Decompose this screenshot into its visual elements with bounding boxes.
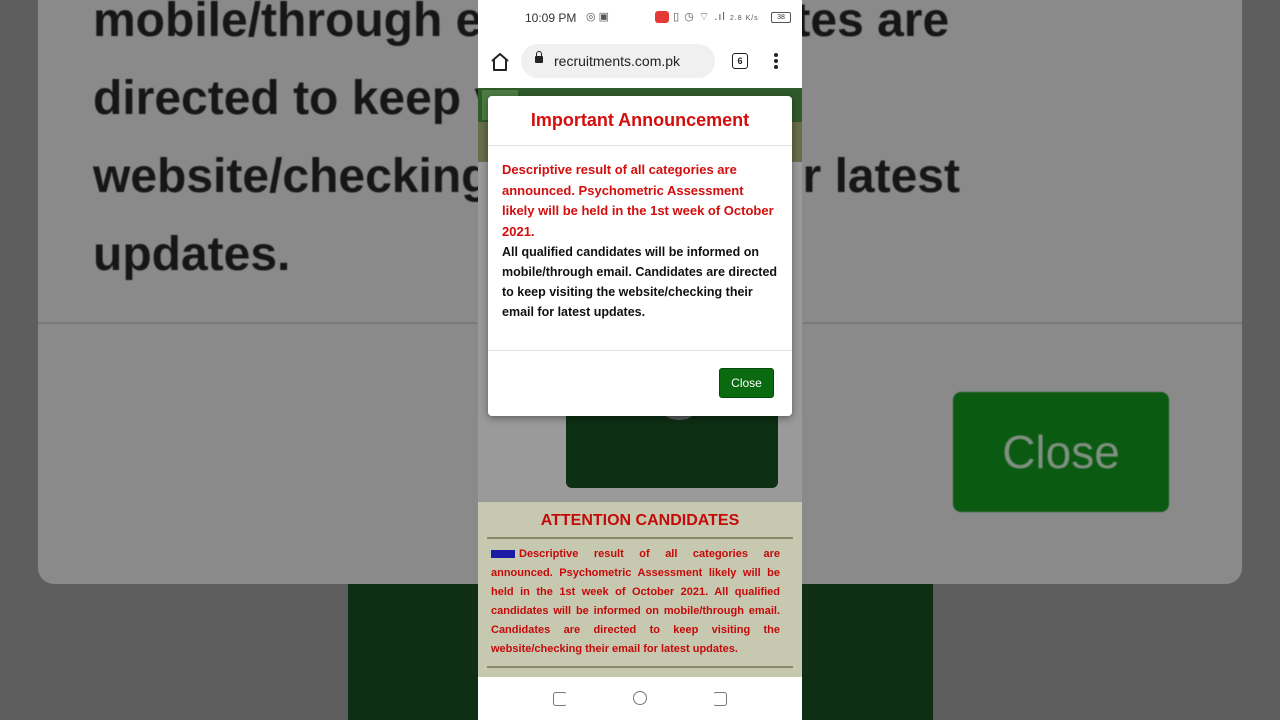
signal-icon: .ıl <box>714 11 726 23</box>
background-close-button: Close <box>953 392 1169 512</box>
attention-body-text: Descriptive result of all categories are… <box>491 548 780 655</box>
modal-body-text: All qualified candidates will be informe… <box>502 245 778 319</box>
home-icon[interactable] <box>488 50 512 74</box>
browser-toolbar: recruitments.com.pk 6 <box>478 36 802 88</box>
modal-title: Important Announcement <box>530 110 750 130</box>
new-badge-icon <box>491 550 515 559</box>
screen-record-icon <box>655 11 669 24</box>
recent-apps-icon[interactable] <box>553 692 567 706</box>
attention-divider <box>487 537 793 539</box>
status-notification-icons: ◎ ▣ <box>586 11 610 23</box>
attention-divider-bottom <box>487 666 793 668</box>
android-nav-bar <box>478 677 802 720</box>
url-text: recruitments.com.pk <box>554 53 681 69</box>
net-speed: 2.8 K/s <box>729 15 759 22</box>
modal-highlight-text: Descriptive result of all categories are… <box>502 162 774 239</box>
tab-switcher-button[interactable]: 6 <box>732 53 748 69</box>
back-icon[interactable] <box>713 692 727 706</box>
attention-title: ATTENTION CANDIDATES <box>540 512 740 529</box>
vibrate-icon: ▯ <box>673 11 681 23</box>
phone-screen: 10:09 PM ◎ ▣ ▯ ◷ ⌔ .ıl 2.8 K/s 38 recrui… <box>478 0 802 720</box>
more-menu-icon[interactable] <box>774 53 778 69</box>
wifi-icon: ⌔ <box>698 11 711 23</box>
close-button[interactable]: Close <box>719 368 774 398</box>
attention-body: Descriptive result of all categories are… <box>491 545 780 659</box>
modal-footer-divider <box>488 350 792 351</box>
address-bar[interactable]: recruitments.com.pk <box>521 44 715 78</box>
status-system-icons: ▯ ◷ ⌔ .ıl 2.8 K/s <box>655 10 759 24</box>
modal-header-divider <box>488 145 792 146</box>
battery-icon: 38 <box>771 12 791 23</box>
announcement-modal: Important Announcement Descriptive resul… <box>488 96 792 416</box>
alarm-icon: ◷ <box>684 11 695 23</box>
status-bar: 10:09 PM ◎ ▣ ▯ ◷ ⌔ .ıl 2.8 K/s 38 <box>478 0 802 36</box>
home-nav-icon[interactable] <box>633 691 647 705</box>
attention-section: ATTENTION CANDIDATES Descriptive result … <box>478 502 802 677</box>
status-time: 10:09 PM <box>525 11 577 25</box>
lock-icon <box>535 51 543 63</box>
